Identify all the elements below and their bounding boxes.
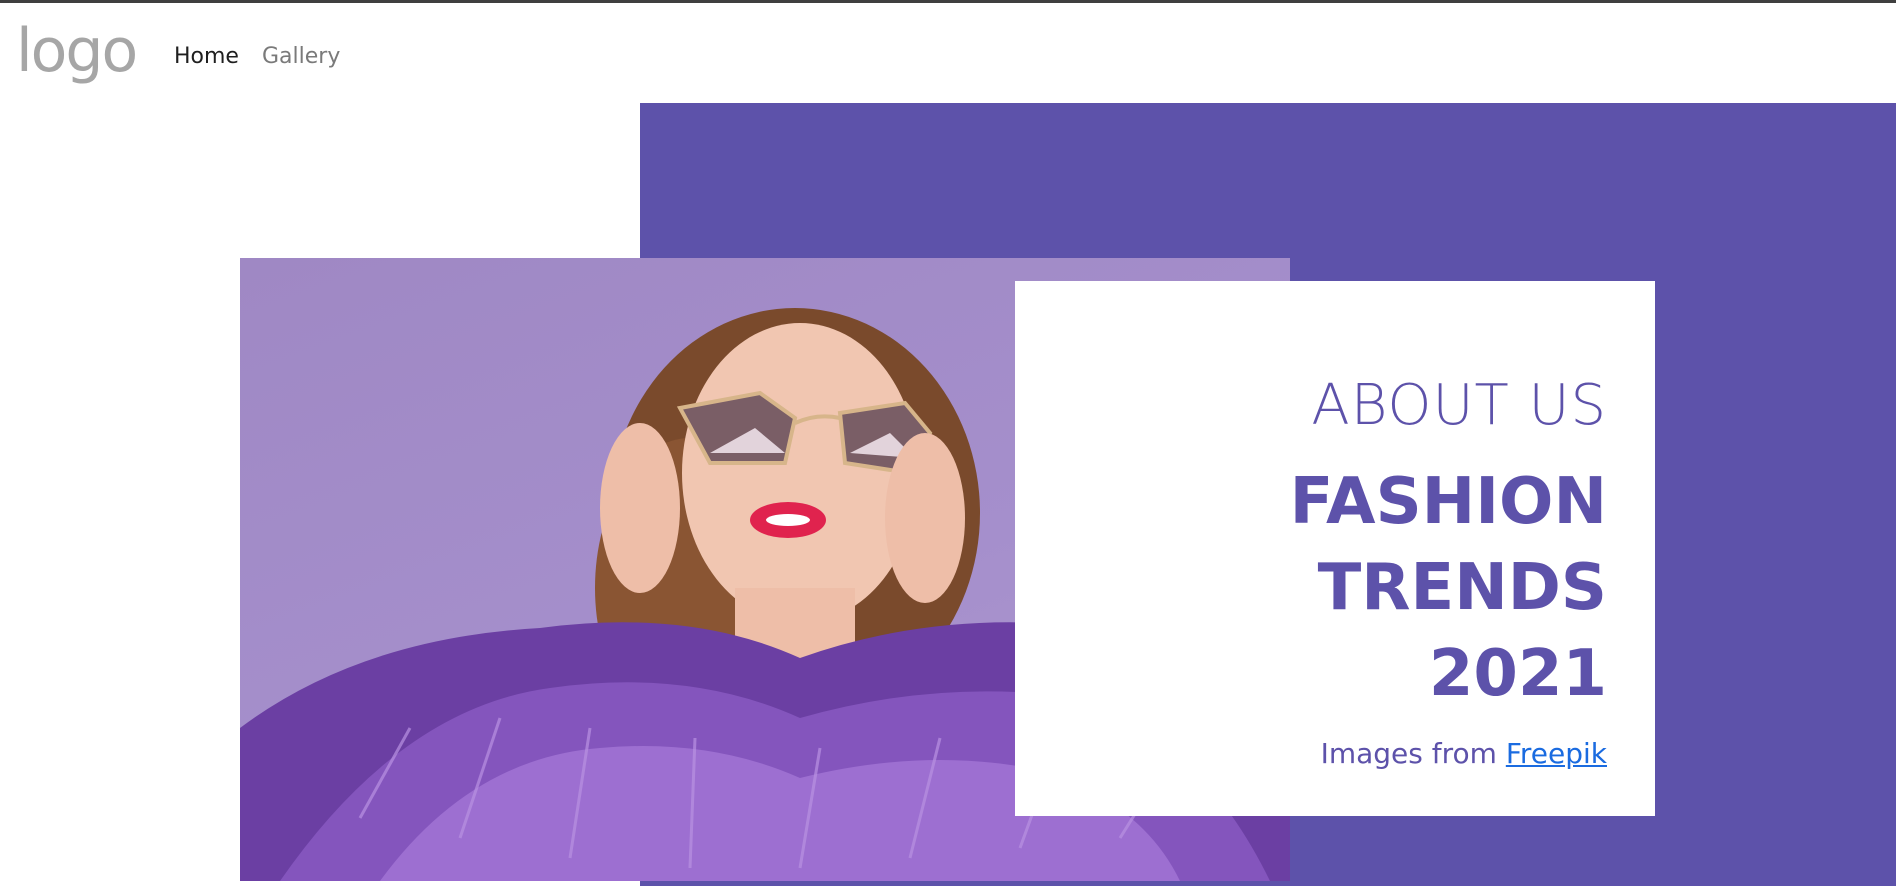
about-title: FASHION TRENDS 2021 (1290, 459, 1607, 717)
image-credit: Images from Freepik (1321, 737, 1607, 771)
freepik-link[interactable]: Freepik (1506, 737, 1607, 770)
nav-link-home[interactable]: Home (174, 43, 239, 71)
title-line: FASHION (1289, 465, 1607, 539)
nav-link-gallery[interactable]: Gallery (262, 43, 340, 71)
title-line: 2021 (1428, 637, 1607, 711)
about-eyebrow: ABOUT US (1311, 373, 1607, 438)
credit-prefix: Images from (1320, 737, 1497, 770)
title-line: TRENDS (1317, 551, 1607, 625)
about-card: ABOUT US FASHION TRENDS 2021 Images from… (1015, 281, 1655, 816)
navbar: logo Home Gallery (0, 3, 1896, 103)
logo[interactable]: logo (16, 21, 138, 81)
